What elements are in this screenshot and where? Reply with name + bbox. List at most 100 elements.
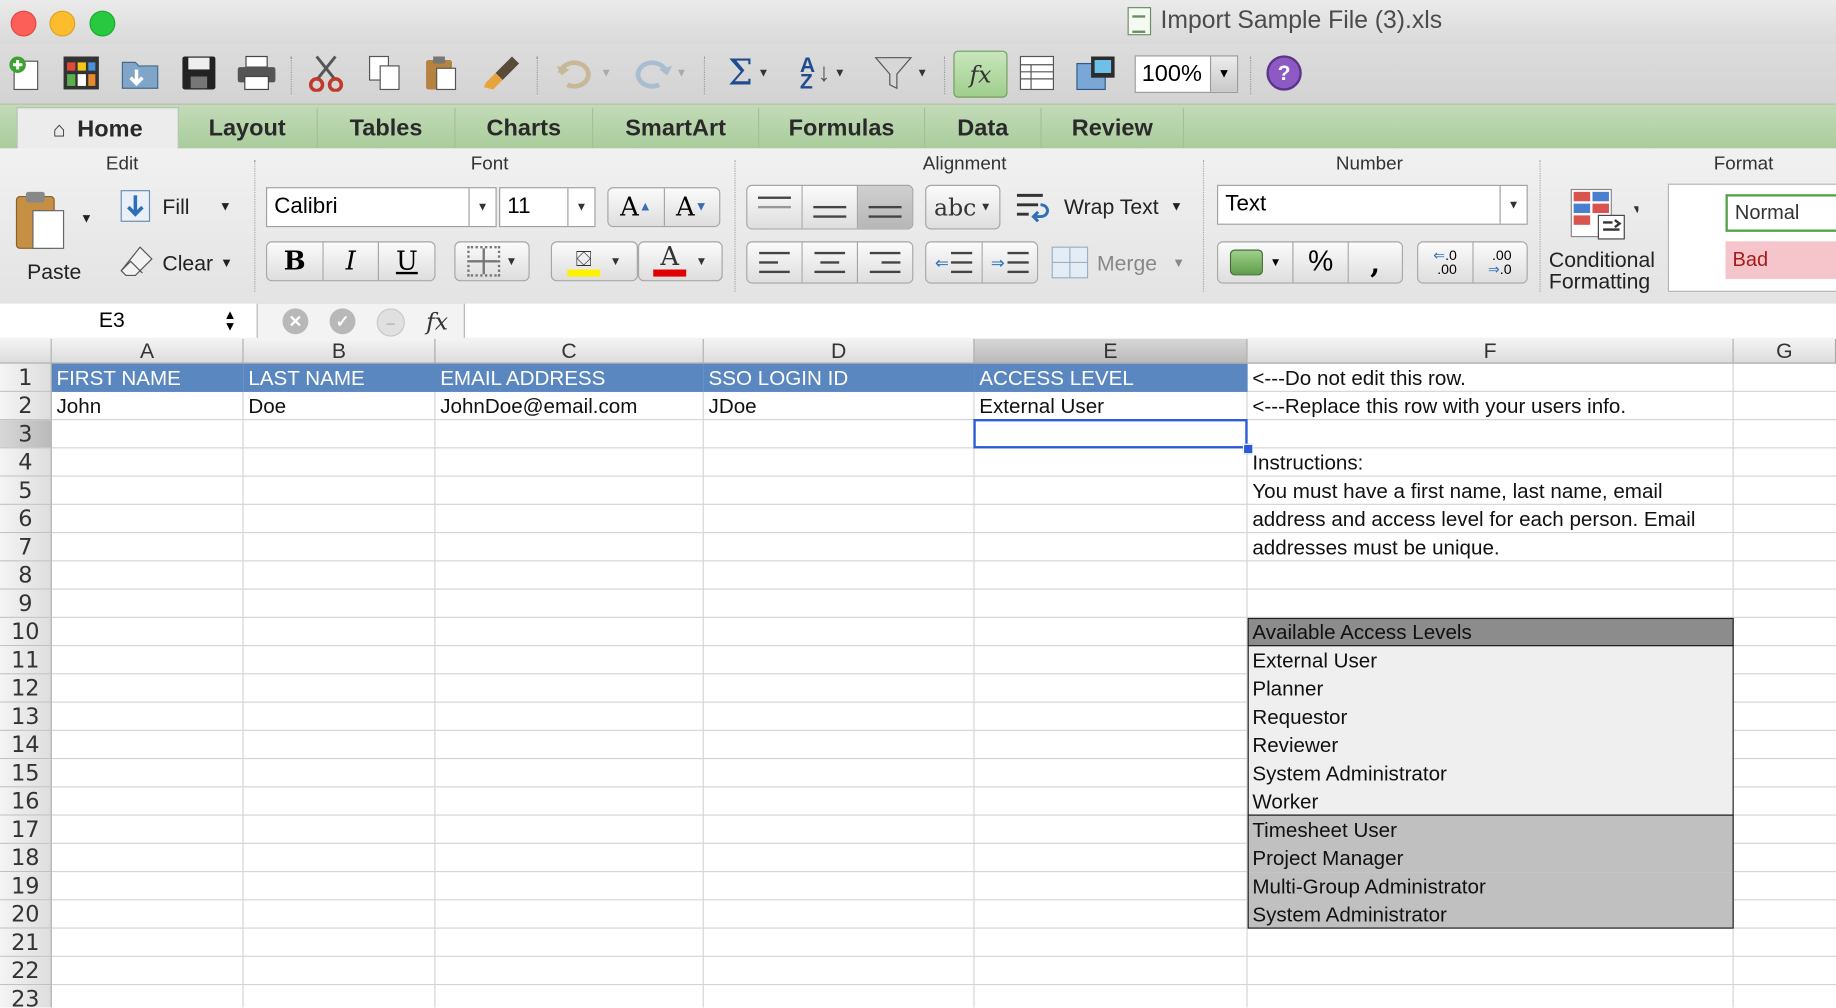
minimize-window-button[interactable] [49,10,76,37]
row-header-5[interactable]: 5 [0,476,52,505]
data-cell-a2[interactable]: John [52,392,244,420]
column-header-f[interactable]: F [1247,338,1734,364]
wrap-text-icon[interactable] [1015,188,1055,228]
borders-button[interactable]: ▼ [454,241,530,282]
header-cell-b[interactable]: LAST NAME [243,363,436,392]
tab-smartart[interactable]: SmartArt [593,108,760,149]
align-top-button[interactable] [747,185,803,229]
column-header-c[interactable]: C [435,338,704,364]
tab-tables[interactable]: Tables [318,108,456,149]
tab-layout[interactable]: Layout [178,108,318,149]
templates-gallery-button[interactable] [61,53,101,93]
column-header-b[interactable]: B [243,338,436,364]
row-header-14[interactable]: 14 [0,730,52,760]
header-cell-e[interactable]: ACCESS LEVEL [974,363,1248,392]
zoom-window-button[interactable] [89,10,116,37]
merge-button[interactable]: Merge [1097,252,1157,277]
font-color-button[interactable]: A ▼ [637,241,723,282]
number-format-select[interactable]: Text ▼ [1217,184,1528,225]
row-header-11[interactable]: 11 [0,646,52,675]
percent-style-button[interactable]: % [1294,242,1349,283]
decrease-indent-button[interactable]: ⇐ [926,242,983,283]
row-header-12[interactable]: 12 [0,674,52,703]
row-header-23[interactable]: 23 [0,985,52,1008]
row-header-3[interactable]: 3 [0,420,52,449]
row-header-22[interactable]: 22 [0,956,52,986]
undo-button[interactable]: ▼ [551,53,617,93]
fill-button[interactable]: Fill [162,195,189,220]
zoom-select[interactable]: 100% ▼ [1134,55,1239,93]
instructions-line[interactable]: addresses must be unique. [1248,533,1734,561]
fill-chevron-icon[interactable]: ▼ [219,200,232,214]
name-box[interactable]: E3 ▲ ▼ [0,303,258,338]
column-header-a[interactable]: A [51,338,244,364]
insert-function-icon[interactable]: fx [426,304,448,338]
paste-button-label[interactable]: Paste [27,260,81,285]
style-normal-swatch[interactable]: Normal [1725,194,1836,232]
print-button[interactable] [235,53,277,93]
increase-decimal-button[interactable]: ⇐.0.00 [1418,242,1474,283]
filter-funnel-icon[interactable]: ▼ [866,53,934,93]
italic-button[interactable]: I [323,242,380,281]
new-workbook-button[interactable] [5,53,45,93]
header-cell-c[interactable]: EMAIL ADDRESS [435,363,704,392]
help-question-icon[interactable]: ? [1264,53,1304,93]
column-header-g[interactable]: G [1733,338,1836,364]
formula-function-icon[interactable]: – [376,308,405,337]
row-header-2[interactable]: 2 [0,391,52,421]
comma-style-button[interactable]: , [1348,242,1402,283]
paste-options-chevron-icon[interactable]: ▼ [80,212,93,226]
tab-charts[interactable]: Charts [455,108,594,149]
row-header-13[interactable]: 13 [0,702,52,731]
show-hide-toolbox-icon[interactable] [1017,53,1057,93]
row-header-21[interactable]: 21 [0,928,52,957]
wrap-text-button[interactable]: Wrap Text [1064,195,1159,220]
align-middle-button[interactable] [802,185,859,229]
tab-home[interactable]: ⌂ Home [16,107,179,151]
cut-scissors-icon[interactable] [306,53,346,93]
data-cell-c2[interactable]: JohnDoe@email.com [435,392,703,420]
format-painter-brush-icon[interactable] [480,53,522,93]
decrease-font-size-button[interactable]: A ▼ [664,188,720,226]
row-header-16[interactable]: 16 [0,787,52,816]
increase-font-size-button[interactable]: A ▲ [608,188,665,226]
cancel-formula-icon[interactable]: ✕ [282,308,309,335]
conditional-formatting-icon[interactable]: ▼ [1563,186,1645,245]
font-size-select[interactable]: 11 ▼ [499,187,596,228]
save-button[interactable] [179,53,219,93]
formula-builder-fx-icon[interactable]: fx [953,50,1008,98]
row-header-8[interactable]: 8 [0,561,52,590]
font-name-select[interactable]: Calibri ▼ [266,187,497,228]
paste-button-toolbar[interactable] [421,53,461,93]
data-cell-b2[interactable]: Doe [244,392,436,420]
header-cell-d[interactable]: SSO LOGIN ID [703,363,975,392]
align-center-button[interactable] [802,242,859,283]
fill-color-button[interactable]: ⛋ ▼ [550,241,638,282]
instructions-line[interactable]: You must have a first name, last name, e… [1248,477,1734,505]
clear-button[interactable]: Clear [162,252,213,277]
instructions-title[interactable]: Instructions: [1248,448,1734,476]
row-header-9[interactable]: 9 [0,589,52,618]
column-header-d[interactable]: D [703,338,975,364]
tab-data[interactable]: Data [925,108,1042,149]
merge-cells-icon[interactable] [1050,245,1090,280]
media-browser-icon[interactable] [1073,53,1118,93]
tab-formulas[interactable]: Formulas [759,108,926,149]
row-header-15[interactable]: 15 [0,759,52,788]
align-bottom-button[interactable] [858,185,913,229]
row-header-20[interactable]: 20 [0,900,52,929]
row-header-6[interactable]: 6 [0,504,52,534]
eraser-icon[interactable] [118,244,156,279]
note-replace-row[interactable]: <---Replace this row with your users inf… [1248,392,1734,420]
decrease-decimal-button[interactable]: .00 ⇒.0 [1473,242,1527,283]
name-box-stepper-icon[interactable]: ▲ ▼ [224,308,237,333]
row-header-7[interactable]: 7 [0,533,52,562]
row-header-1[interactable]: 1 [0,363,52,392]
row-header-4[interactable]: 4 [0,448,52,477]
formula-input[interactable] [463,303,1836,338]
fill-handle[interactable] [1242,443,1254,455]
data-cell-d2[interactable]: JDoe [704,392,975,420]
autosum-sigma-icon[interactable]: Σ ▼ [718,52,779,93]
column-header-e[interactable]: E [974,338,1248,364]
data-cell-e2[interactable]: External User [975,392,1248,420]
